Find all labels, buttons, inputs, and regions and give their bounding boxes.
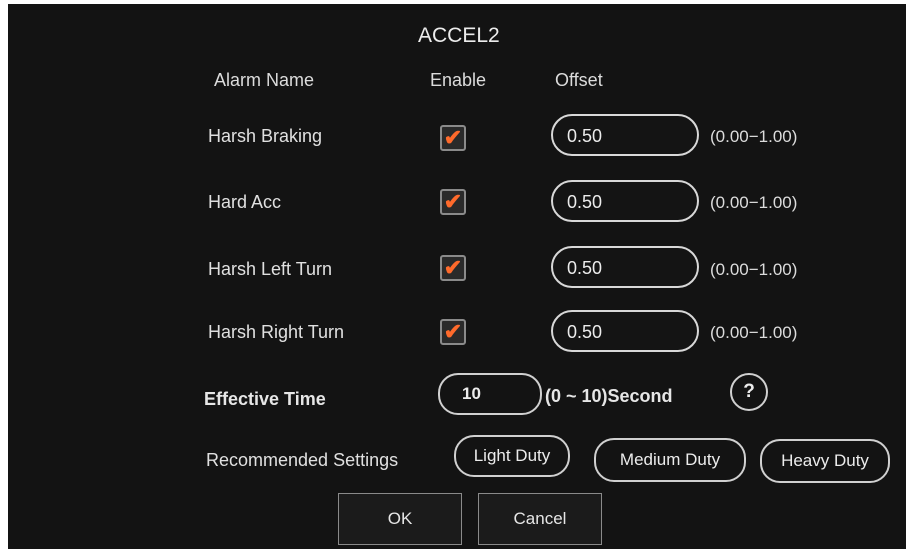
alarm-label-harsh-right-turn: Harsh Right Turn bbox=[208, 322, 345, 342]
enable-checkbox-harsh-braking[interactable]: ✔ bbox=[440, 125, 466, 151]
offset-range-hard-acc: (0.00−1.00) bbox=[710, 193, 798, 212]
alarm-label-harsh-left-turn: Harsh Left Turn bbox=[208, 259, 333, 279]
accel2-dialog: ACCEL2 Alarm Name Enable Offset Harsh Br… bbox=[8, 4, 906, 549]
enable-checkbox-harsh-left-turn[interactable]: ✔ bbox=[440, 255, 466, 281]
ok-button[interactable]: OK bbox=[338, 493, 462, 545]
offset-range-harsh-braking: (0.00−1.00) bbox=[710, 127, 798, 146]
offset-input-harsh-right-turn[interactable]: 0.50 bbox=[551, 310, 699, 352]
effective-time-input[interactable]: 10 bbox=[438, 373, 542, 415]
recommended-settings-label: Recommended Settings bbox=[206, 450, 399, 470]
enable-checkbox-hard-acc[interactable]: ✔ bbox=[440, 189, 466, 215]
check-icon: ✔ bbox=[443, 125, 463, 150]
cancel-button[interactable]: Cancel bbox=[478, 493, 602, 545]
medium-duty-button[interactable]: Medium Duty bbox=[594, 438, 746, 482]
check-icon: ✔ bbox=[443, 189, 463, 214]
check-icon: ✔ bbox=[443, 319, 463, 344]
help-icon[interactable]: ? bbox=[730, 373, 768, 411]
effective-time-label: Effective Time bbox=[204, 389, 326, 409]
check-icon: ✔ bbox=[443, 255, 463, 280]
offset-range-harsh-left-turn: (0.00−1.00) bbox=[710, 260, 798, 279]
offset-input-hard-acc[interactable]: 0.50 bbox=[551, 180, 699, 222]
heavy-duty-button[interactable]: Heavy Duty bbox=[760, 439, 890, 483]
offset-input-harsh-left-turn[interactable]: 0.50 bbox=[551, 246, 699, 288]
header-enable: Enable bbox=[430, 70, 487, 90]
alarm-label-hard-acc: Hard Acc bbox=[208, 192, 282, 212]
offset-input-harsh-braking[interactable]: 0.50 bbox=[551, 114, 699, 156]
effective-time-unit: (0 ~ 10)Second bbox=[545, 386, 673, 406]
alarm-label-harsh-braking: Harsh Braking bbox=[208, 126, 323, 146]
light-duty-button[interactable]: Light Duty bbox=[454, 435, 570, 477]
header-offset: Offset bbox=[555, 70, 603, 90]
header-alarm-name: Alarm Name bbox=[214, 70, 315, 90]
dialog-title: ACCEL2 bbox=[418, 24, 500, 47]
enable-checkbox-harsh-right-turn[interactable]: ✔ bbox=[440, 319, 466, 345]
offset-range-harsh-right-turn: (0.00−1.00) bbox=[710, 323, 798, 342]
